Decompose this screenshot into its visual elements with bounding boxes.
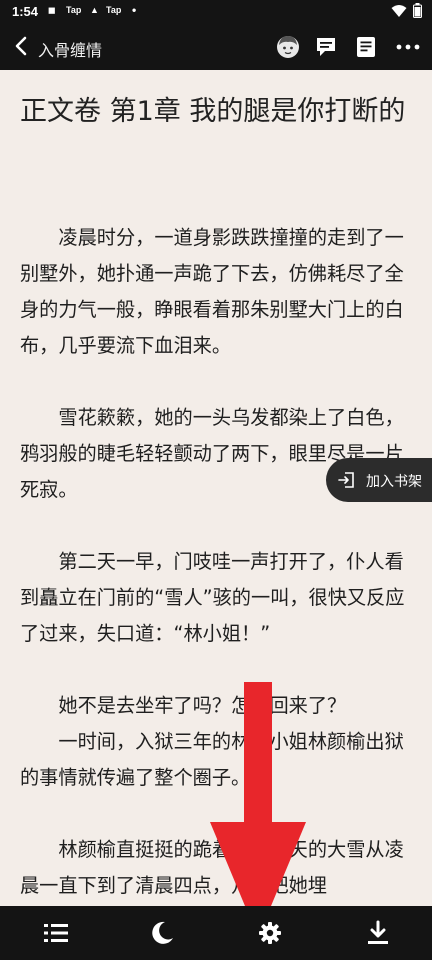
document-icon[interactable] <box>352 33 380 61</box>
status-time: 1:54 <box>12 4 39 19</box>
tap-notification-2: Tap <box>106 5 122 15</box>
reader-top-bar: 入骨缠情 <box>0 24 432 70</box>
status-dot: • <box>132 3 137 17</box>
reader-bottom-bar <box>0 906 432 960</box>
battery-icon <box>413 3 422 18</box>
paragraph-3: 第二天一早，门吱哇一声打开了，仆人看到矗立在门前的“雪人”骇的一叫，很快又反应了… <box>20 550 405 645</box>
add-to-shelf-button[interactable]: 加入书架 <box>326 458 432 502</box>
paragraph-6: 林颜榆直挺挺的跪着，那漫天的大雪从凌晨一直下到了清晨四点，几乎把她埋 <box>20 838 404 897</box>
paragraph-4: 她不是去坐牢了吗？怎么回来了？ <box>58 694 347 717</box>
add-to-shelf-label: 加入书架 <box>366 474 422 490</box>
login-icon <box>338 472 354 488</box>
notification-icon: ◼ <box>48 5 56 15</box>
more-icon[interactable] <box>394 33 422 61</box>
paragraph-1: 凌晨时分，一道身影跌跌撞撞的走到了一别墅外，她扑通一声跪了下去，仿佛耗尽了全身的… <box>20 226 404 357</box>
notification-a-icon: ▲ <box>90 5 99 15</box>
book-title[interactable]: 入骨缠情 <box>38 37 102 61</box>
status-bar: 1:54 ◼ Tap ▲ Tap • <box>0 0 432 24</box>
download-icon[interactable] <box>364 919 392 947</box>
wifi-icon <box>391 4 407 17</box>
chevron-left-icon[interactable] <box>8 32 36 60</box>
chapter-title: 正文卷 第1章 我的腿是你打断的 <box>20 96 406 127</box>
moon-icon[interactable] <box>148 919 176 947</box>
paragraph-5: 一时间，入狱三年的林家小姐林颜榆出狱的事情就传遍了整个圈子。 <box>20 730 404 789</box>
tap-notification-1: Tap <box>66 5 82 15</box>
comment-icon[interactable] <box>313 33 341 61</box>
list-icon[interactable] <box>42 919 70 947</box>
avatar-icon[interactable] <box>274 33 302 61</box>
gear-icon[interactable] <box>256 919 284 947</box>
